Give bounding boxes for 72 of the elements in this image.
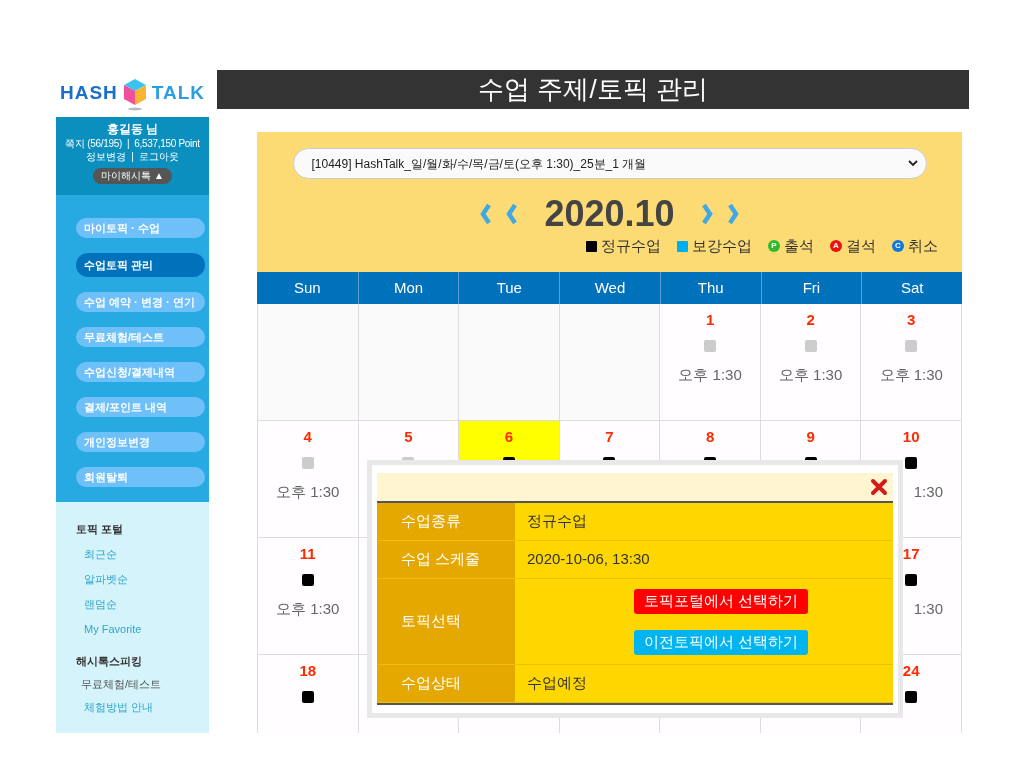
menu-item[interactable]: 결제/포인트 내역 — [76, 397, 205, 417]
field-label: 토픽선택 — [377, 579, 515, 664]
day-cell[interactable]: 11 오후 1:30 — [258, 538, 359, 655]
legend-label: 정규수업 — [601, 236, 661, 256]
day-number: 4 — [303, 427, 312, 447]
menu-item[interactable]: 수업토픽 관리 — [76, 253, 205, 277]
topic-select-button[interactable]: 이전토픽에서 선택하기 — [634, 630, 808, 655]
close-icon[interactable] — [870, 478, 888, 496]
account-stats: 쪽지 (56/195) | 6,537,150 Point — [65, 137, 200, 150]
weekday-label: Sun — [293, 277, 322, 298]
menu-item[interactable]: 수업신청/결제내역 — [76, 362, 205, 382]
menu-item[interactable]: 마이토픽 · 수업 — [76, 218, 205, 238]
day-cell[interactable]: 2 오후 1:30 — [760, 304, 862, 421]
legend-badge: P — [768, 240, 780, 253]
day-number: 5 — [404, 427, 413, 447]
menu-item[interactable]: 회원탈퇴 — [76, 467, 205, 487]
day-number: 18 — [299, 661, 317, 681]
day-cell[interactable]: 3 오후 1:30 — [861, 304, 962, 421]
menu-item[interactable]: 수업 예약 · 변경 · 연기 — [76, 292, 205, 312]
field-label: 수업 스케줄 — [377, 541, 515, 578]
account-links[interactable]: 정보변경 | 로그아웃 — [85, 150, 180, 163]
field-label: 수업종류 — [377, 503, 515, 540]
day-number: 24 — [902, 661, 920, 681]
day-number: 17 — [902, 544, 920, 564]
class-time: 1:30 — [913, 599, 943, 619]
logo-text: TALK — [151, 81, 206, 106]
dropdown-caret-icon — [907, 160, 918, 167]
logo-text: HASH — [59, 81, 118, 106]
cube-logo-icon — [121, 76, 148, 111]
legend-badge: C — [892, 240, 904, 253]
class-time: 오후 1:30 — [879, 365, 943, 385]
day-cell[interactable]: 4 오후 1:30 — [258, 421, 359, 538]
day-number: 9 — [806, 427, 815, 447]
section-heading: 토픽 포털 — [76, 522, 125, 536]
class-time: 오후 1:30 — [678, 365, 742, 385]
month-label: 2020.10 — [544, 192, 675, 236]
class-time: 오후 1:30 — [276, 482, 340, 502]
field-value: 2020-10-06, 13:30 — [527, 549, 650, 570]
field-value: 정규수업 — [527, 511, 587, 532]
sidebar-link[interactable]: 알파벳순 — [76, 572, 209, 586]
day-number: 11 — [299, 544, 316, 564]
day-number: 8 — [705, 427, 715, 447]
course-select[interactable]: [10449] HashTalk_일/월/화/수/목/금/토(오후 1:30)_25분_1 개월 — [292, 148, 927, 179]
my-page-toggle[interactable]: 마이해시톡 ▲ — [93, 168, 172, 184]
class-time: 오후 1:30 — [778, 365, 843, 385]
topic-select-button[interactable]: 토픽포털에서 선택하기 — [634, 589, 808, 614]
legend-label: 취소 — [908, 236, 938, 256]
legend-badge: A — [830, 240, 842, 253]
user-name: 홍길동 님 — [106, 122, 159, 137]
page-title: 수업 주제/토픽 관리 — [217, 70, 969, 109]
sidebar-link[interactable]: 체험방법 안내 — [76, 700, 209, 714]
field-value: 수업예정 — [527, 673, 587, 694]
class-time: 1:30 — [913, 482, 943, 502]
sidebar-link[interactable]: 무료체험/테스트 — [76, 677, 209, 691]
day-number: 6 — [504, 427, 514, 447]
day-number: 2 — [806, 310, 815, 330]
day-number: 3 — [907, 310, 916, 330]
legend-label: 보강수업 — [692, 236, 752, 256]
day-cell[interactable]: 1 오후 1:30 — [660, 304, 761, 421]
menu-item[interactable]: 무료체험/테스트 — [76, 327, 205, 347]
legend-label: 결석 — [846, 236, 876, 256]
day-number: 1 — [705, 310, 715, 330]
field-label: 수업상태 — [377, 665, 515, 702]
sidebar-link[interactable]: 랜덤순 — [76, 597, 209, 611]
day-number: 7 — [605, 427, 614, 447]
menu-item[interactable]: 개인정보변경 — [76, 432, 205, 452]
day-number: 10 — [902, 427, 920, 447]
sidebar-link[interactable]: My Favorite — [76, 622, 209, 636]
sidebar-link[interactable]: 최근순 — [76, 547, 209, 561]
class-time: 오후 1:30 — [276, 599, 340, 619]
section-heading: 해시톡스피킹 — [76, 654, 143, 668]
legend-label: 출석 — [784, 236, 814, 256]
